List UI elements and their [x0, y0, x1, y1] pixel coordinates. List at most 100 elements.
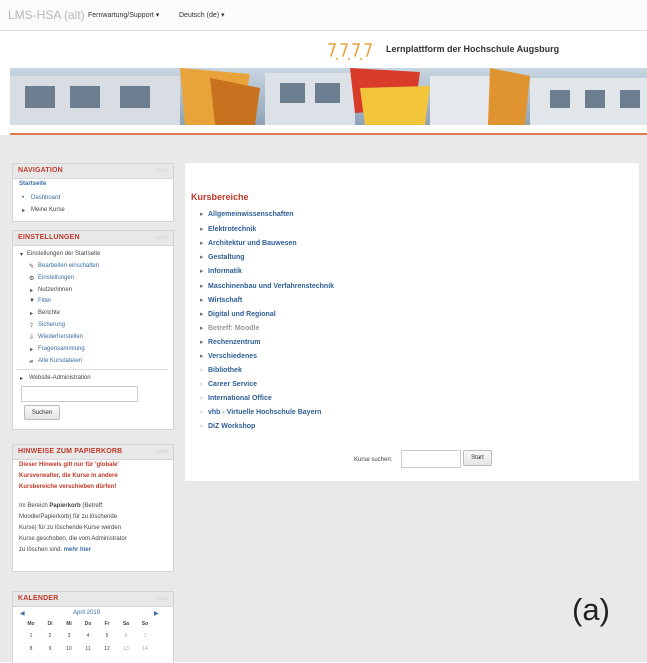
calendar-weekday: Mo — [27, 621, 35, 627]
category-label: Gestaltung — [208, 254, 245, 261]
chevron-right-icon[interactable]: ▸ — [20, 375, 23, 382]
category-item[interactable]: ▸ Rechenzentrum — [200, 338, 261, 346]
settings-reports-node[interactable]: Berichte — [38, 310, 60, 316]
calendar-day[interactable]: 3 — [61, 633, 77, 639]
calendar-month-link[interactable]: April 2019 — [73, 610, 100, 616]
category-item[interactable]: ▹ International Office — [200, 394, 272, 402]
settings-edit-mode-link[interactable]: Bearbeiten einschalten — [38, 263, 99, 269]
calendar-day[interactable]: 2 — [42, 633, 58, 639]
category-item[interactable]: ▸ Wirtschaft — [200, 296, 242, 304]
chevron-right-icon[interactable]: ▸ — [22, 207, 25, 214]
calendar-day[interactable]: 13 — [118, 646, 134, 652]
settings-users-node[interactable]: Nutzer/innen — [38, 287, 72, 293]
settings-block-title: EINSTELLUNGEN — [18, 234, 80, 241]
chevron-right-icon[interactable]: ▸ — [30, 287, 33, 294]
navigation-block-title: NAVIGATION — [18, 167, 63, 174]
category-item[interactable]: ▸ Gestaltung — [200, 253, 245, 261]
calendar-prev-icon[interactable]: ◀ — [20, 610, 25, 617]
calendar-day[interactable]: 12 — [99, 646, 115, 652]
calendar-weekday: Mi — [66, 621, 72, 627]
calendar-day[interactable]: 7 — [137, 633, 153, 639]
settings-preferences-link[interactable]: Einstellungen — [38, 275, 74, 281]
category-label: Allgemeinwissenschaften — [208, 211, 294, 218]
notice-more-link[interactable]: mehr hier — [64, 547, 91, 553]
category-item[interactable]: ▸ Digital und Regional — [200, 310, 276, 318]
category-label: Verschiedenes — [208, 353, 258, 360]
notice-text: (Betreff: — [80, 503, 104, 509]
category-item[interactable]: ▹ Bibliothek — [200, 366, 242, 374]
nav-dashboard-link[interactable]: Dashboard — [31, 195, 60, 201]
chevron-right-icon: ▸ — [200, 268, 204, 275]
calendar-weekday: Sa — [122, 621, 130, 627]
chevron-right-outline-icon: ▹ — [200, 423, 204, 430]
chevron-right-icon: ▸ — [200, 240, 204, 247]
chevron-down-icon: ▾ — [221, 12, 225, 19]
site-admin-node[interactable]: Website-Administration — [29, 375, 91, 381]
calendar-day[interactable]: 5 — [99, 633, 115, 639]
notice-warning-line: Dieser Hinweis gilt nur für 'globale' — [19, 462, 119, 468]
settings-search-button[interactable]: Suchen — [24, 405, 60, 420]
support-menu[interactable]: Fernwartung/Support ▾ — [88, 11, 159, 19]
category-item[interactable]: ▸ Informatik — [200, 267, 242, 275]
chevron-right-icon[interactable]: ▸ — [30, 346, 33, 353]
calendar-day[interactable]: 8 — [23, 646, 39, 652]
calendar-next-icon[interactable]: ▶ — [154, 610, 159, 617]
calendar-day[interactable]: 14 — [137, 646, 153, 652]
settings-root-node[interactable]: Einstellungen der Startseite — [27, 251, 100, 257]
university-logo-icon — [328, 43, 373, 60]
calendar-day[interactable]: 4 — [80, 633, 96, 639]
chevron-right-icon[interactable]: ▸ — [30, 310, 33, 317]
chevron-right-icon: ▸ — [200, 211, 204, 218]
category-item[interactable]: ▸ Maschinenbau und Verfahrenstechnik — [200, 282, 334, 290]
divider — [16, 369, 168, 370]
folder-icon: ▰ — [29, 359, 34, 365]
block-controls-icon[interactable]: ▭▭ — [156, 234, 167, 241]
category-item[interactable]: ▸ Allgemeinwissenschaften — [200, 210, 294, 218]
calendar-day[interactable]: 10 — [61, 646, 77, 652]
calendar-day[interactable]: 6 — [118, 633, 134, 639]
settings-backup-link[interactable]: Sicherung — [38, 322, 65, 328]
calendar-day[interactable]: 9 — [42, 646, 58, 652]
course-search-start-button[interactable]: Start — [463, 450, 492, 466]
block-controls-icon[interactable]: ▭▭ — [156, 595, 167, 602]
category-label: Informatik — [208, 268, 242, 275]
category-item[interactable]: ▹ DiZ Workshop — [200, 422, 255, 430]
settings-question-bank-link[interactable]: Fragensammlung — [38, 346, 85, 352]
filter-icon: ▼ — [29, 298, 35, 304]
navigation-block-header: NAVIGATION ▭▭ — [13, 164, 173, 179]
block-controls-icon[interactable]: ▭▭ — [156, 167, 167, 174]
category-label: Career Service — [208, 381, 258, 388]
language-menu[interactable]: Deutsch (de) ▾ — [179, 11, 225, 19]
block-controls-icon[interactable]: ▭▭ — [156, 448, 167, 455]
nav-home-link[interactable]: Startseite — [19, 181, 46, 187]
calendar-day[interactable]: 11 — [80, 646, 96, 652]
course-search-label: Kurse suchen: — [354, 457, 393, 463]
category-item[interactable]: ▸ Verschiedenes — [200, 352, 257, 360]
category-label: Rechenzentrum — [208, 339, 261, 346]
category-item[interactable]: ▸ Architektur und Bauwesen — [200, 239, 297, 247]
chevron-right-icon: ▸ — [200, 254, 204, 261]
settings-search-input[interactable] — [21, 386, 138, 402]
course-search-input[interactable] — [401, 450, 461, 468]
chevron-right-icon: ▸ — [200, 311, 204, 318]
category-label: International Office — [208, 395, 272, 402]
settings-filter-link[interactable]: Filter — [38, 298, 51, 304]
chevron-right-icon: ▸ — [200, 339, 204, 346]
category-item[interactable]: ▹ vhb - Virtuelle Hochschule Bayern — [200, 408, 321, 416]
site-brand-link[interactable]: LMS-HSA (alt) — [8, 8, 85, 22]
notice-body-line: zu löschen sind. mehr hier — [19, 547, 91, 553]
chevron-right-icon: ▸ — [200, 283, 204, 290]
nav-my-courses[interactable]: Meine Kurse — [31, 207, 65, 213]
calendar-day[interactable]: 1 — [23, 633, 39, 639]
settings-legacy-files-link[interactable]: Alte Kursdateien — [38, 358, 82, 364]
category-item[interactable]: ▹ Career Service — [200, 380, 257, 388]
settings-block-header: EINSTELLUNGEN ▭▭ — [13, 231, 173, 246]
chevron-down-icon[interactable]: ▾ — [20, 251, 23, 258]
header-banner-image — [10, 68, 647, 125]
settings-restore-link[interactable]: Wiederherstellen — [38, 334, 83, 340]
top-navbar: LMS-HSA (alt) Fernwartung/Support ▾ Deut… — [0, 0, 647, 31]
chevron-right-outline-icon: ▹ — [200, 395, 204, 402]
category-item[interactable]: ▸ Betreff: Moodle — [200, 324, 259, 332]
category-item[interactable]: ▸ Elektrotechnik — [200, 225, 256, 233]
category-label: Bibliothek — [208, 367, 242, 374]
